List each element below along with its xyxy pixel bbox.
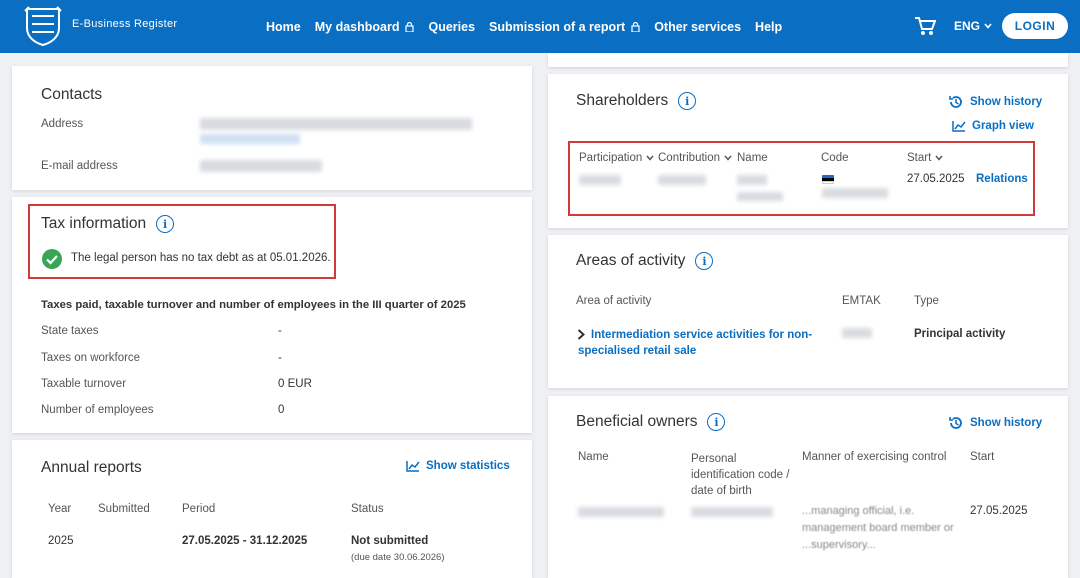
history-icon <box>949 96 962 108</box>
login-button[interactable]: LOGIN <box>1002 13 1068 39</box>
chart-icon <box>952 121 966 132</box>
contacts-title: Contacts <box>41 86 103 103</box>
taxes-on-workforce-label: Taxes on workforce <box>41 352 141 364</box>
address-label: Address <box>41 118 84 130</box>
shopping-cart-icon[interactable] <box>914 16 936 36</box>
owner-manner-of-control: ...managing official, i.e. management bo… <box>802 505 954 551</box>
chevron-down-icon <box>984 23 992 29</box>
main-navigation: Home My dashboard Queries Submission of … <box>266 0 782 53</box>
show-history-link[interactable]: Show history <box>948 94 1042 110</box>
col-period: Period <box>182 503 216 515</box>
taxable-turnover-value: 0 EUR <box>278 378 312 390</box>
nav-queries[interactable]: Queries <box>428 20 475 34</box>
top-navigation-bar: E-Business Register Home My dashboard Qu… <box>0 0 1080 53</box>
taxes-on-workforce-value: - <box>278 352 282 364</box>
previous-card <box>548 53 1068 67</box>
brand-title[interactable]: E-Business Register <box>72 18 177 30</box>
report-due-date: (due date 30.06.2026) <box>351 552 445 563</box>
col-year: Year <box>48 503 72 515</box>
col-name: Name <box>578 451 609 463</box>
report-period: 27.05.2025 - 31.12.2025 <box>182 535 308 547</box>
report-status: Not submitted <box>351 535 429 547</box>
language-selector[interactable]: ENG <box>954 19 992 33</box>
highlight-box <box>28 204 336 279</box>
number-of-employees-value: 0 <box>278 404 285 416</box>
col-type: Type <box>914 295 939 307</box>
tax-quarter-heading: Taxes paid, taxable turnover and number … <box>41 299 466 311</box>
info-icon[interactable]: i <box>707 413 726 431</box>
col-status: Status <box>351 503 384 515</box>
col-personal-id: Personal identification code / date of b… <box>691 453 790 497</box>
nav-my-dashboard[interactable]: My dashboard <box>315 20 415 34</box>
annual-reports-title: Annual reports <box>41 459 142 476</box>
info-icon[interactable]: i <box>678 92 697 110</box>
emtak-code-redacted <box>842 328 872 338</box>
nav-other-services[interactable]: Other services <box>654 20 741 34</box>
beneficial-owners-heading: Beneficial owners i <box>576 413 726 431</box>
col-manner-of-control: Manner of exercising control <box>802 451 947 463</box>
show-statistics-link[interactable]: Show statistics <box>406 460 510 472</box>
nav-submission-of-report[interactable]: Submission of a report <box>489 20 640 34</box>
lock-icon <box>631 21 640 32</box>
beneficial-owners-card: Beneficial owners i Show history Name Pe… <box>548 396 1068 578</box>
col-start: Start <box>970 451 995 463</box>
annual-reports-card: Annual reports Show statistics Year Subm… <box>12 440 532 578</box>
col-emtak: EMTAK <box>842 295 881 307</box>
highlight-box <box>568 141 1035 216</box>
areas-of-activity-card: Areas of activity i Area of activity EMT… <box>548 235 1068 388</box>
graph-view-link[interactable]: Graph view <box>952 120 1034 132</box>
history-icon <box>949 417 962 429</box>
owner-name-redacted[interactable] <box>578 507 664 517</box>
chart-icon <box>406 461 420 472</box>
info-icon[interactable]: i <box>695 252 714 270</box>
contacts-card: Contacts Address E-mail address <box>12 66 532 190</box>
shareholders-heading: Shareholders i <box>576 92 697 110</box>
owner-id-redacted <box>691 507 773 517</box>
taxable-turnover-label: Taxable turnover <box>41 378 127 390</box>
lock-icon <box>405 21 415 32</box>
col-submitted: Submitted <box>98 503 150 515</box>
activity-area-link[interactable]: Intermediation service activities for no… <box>578 327 818 359</box>
state-taxes-value: - <box>278 325 282 337</box>
nav-help[interactable]: Help <box>755 20 782 34</box>
email-value-redacted[interactable] <box>200 160 322 172</box>
areas-of-activity-heading: Areas of activity i <box>576 252 714 270</box>
activity-type: Principal activity <box>914 328 1006 340</box>
state-taxes-label: State taxes <box>41 325 99 337</box>
address-value-redacted <box>200 118 472 130</box>
nav-home[interactable]: Home <box>266 20 301 34</box>
estonian-coat-of-arms-icon[interactable] <box>24 6 62 46</box>
owner-start-date: 27.05.2025 <box>970 505 1028 517</box>
address-link-redacted[interactable] <box>200 134 300 144</box>
report-year: 2025 <box>48 535 74 547</box>
email-label: E-mail address <box>41 160 118 172</box>
number-of-employees-label: Number of employees <box>41 404 154 416</box>
col-area-of-activity: Area of activity <box>576 295 652 307</box>
show-history-link[interactable]: Show history <box>948 415 1042 431</box>
